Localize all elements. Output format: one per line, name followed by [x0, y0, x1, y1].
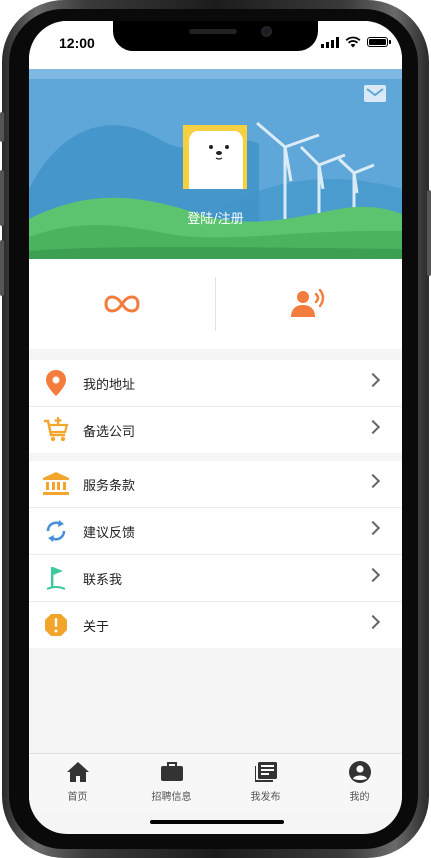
power-button — [427, 190, 431, 276]
menu-item-label: 服务条款 — [83, 479, 136, 494]
bottom-tab-bar: 首页 招聘信息 我发布 我的 — [29, 753, 402, 812]
status-time: 12:00 — [59, 35, 95, 51]
chevron-right-icon — [365, 520, 381, 536]
tab-label: 我发布 — [250, 792, 281, 803]
status-bar: 12:00 — [29, 21, 402, 69]
flag-icon — [43, 565, 69, 591]
status-icons — [321, 36, 391, 48]
sync-icon — [43, 518, 69, 544]
chevron-right-icon — [365, 473, 381, 489]
location-pin-icon — [43, 370, 69, 396]
user-circle-icon — [313, 760, 402, 784]
avatar[interactable] — [183, 125, 247, 189]
menu-item-label: 备选公司 — [83, 425, 136, 440]
tab-mine[interactable]: 我的 — [313, 760, 402, 808]
tab-label: 我的 — [349, 792, 370, 803]
menu-item-about[interactable]: 关于 — [29, 602, 402, 648]
chevron-right-icon — [365, 372, 381, 388]
signal-icon — [321, 36, 339, 48]
menu-item-label: 关于 — [83, 620, 110, 635]
quick-action-speaker[interactable] — [216, 259, 402, 349]
menu-item-label: 联系我 — [83, 573, 123, 588]
tab-home[interactable]: 首页 — [31, 760, 124, 808]
chevron-right-icon — [365, 567, 381, 583]
menu-item-label: 建议反馈 — [83, 526, 136, 541]
camera — [261, 26, 272, 37]
screen: 12:00 登陆/注册 我的地址 备选公司 服务条款 建议反馈 联系我 关于 首… — [29, 21, 402, 834]
tab-my-posts[interactable]: 我发布 — [219, 760, 312, 808]
battery-icon — [367, 37, 391, 47]
speaking-person-icon — [291, 289, 325, 317]
bank-icon — [43, 471, 69, 497]
chevron-right-icon — [365, 419, 381, 435]
menu-item-feedback[interactable]: 建议反馈 — [29, 508, 402, 555]
volume-down-button — [0, 240, 4, 296]
login-register-link[interactable]: 登陆/注册 — [29, 208, 402, 227]
menu-item-address[interactable]: 我的地址 — [29, 360, 402, 407]
mute-switch — [0, 112, 4, 142]
notch — [113, 21, 318, 51]
profile-banner: 登陆/注册 — [29, 69, 402, 259]
tab-jobs[interactable]: 招聘信息 — [125, 760, 218, 808]
quick-action-infinity[interactable] — [29, 259, 215, 349]
wifi-icon — [345, 36, 361, 48]
infinity-icon — [104, 295, 140, 313]
quick-actions — [29, 259, 402, 349]
menu-item-label: 我的地址 — [83, 378, 136, 393]
menu-group-2: 服务条款 建议反馈 联系我 关于 — [29, 461, 402, 648]
home-indicator — [150, 820, 284, 824]
tab-label: 招聘信息 — [151, 792, 192, 803]
tab-label: 首页 — [67, 792, 88, 803]
menu-item-contact[interactable]: 联系我 — [29, 555, 402, 602]
menu-group-1: 我的地址 备选公司 — [29, 360, 402, 453]
menu-item-terms[interactable]: 服务条款 — [29, 461, 402, 508]
mail-icon[interactable] — [364, 85, 386, 102]
chevron-right-icon — [365, 614, 381, 630]
newspaper-icon — [219, 760, 312, 784]
home-icon — [31, 760, 124, 784]
volume-up-button — [0, 170, 4, 226]
menu-item-companies[interactable]: 备选公司 — [29, 407, 402, 453]
speaker — [189, 29, 237, 34]
briefcase-icon — [125, 760, 218, 784]
cart-add-icon — [43, 417, 69, 443]
warning-icon — [43, 612, 69, 638]
